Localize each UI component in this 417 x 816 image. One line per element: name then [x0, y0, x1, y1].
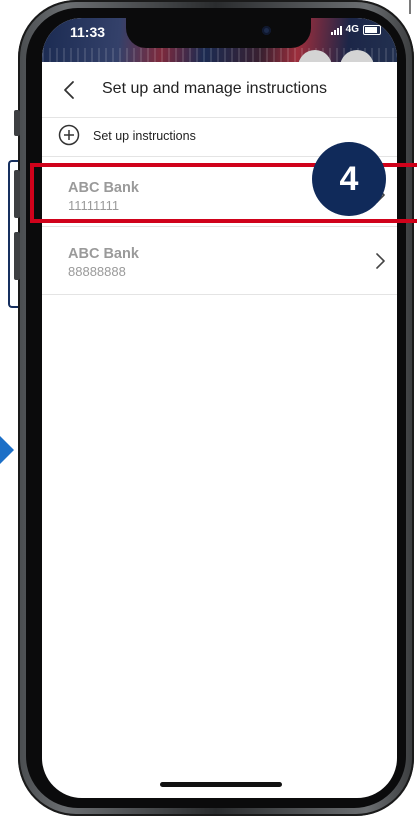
decorative-line	[409, 0, 411, 14]
volume-down-button	[14, 232, 20, 280]
account-divider	[42, 226, 397, 227]
step-badge: 4	[312, 142, 386, 216]
pointer-arrow-icon	[0, 436, 14, 464]
account-divider	[42, 294, 397, 295]
battery-icon	[363, 24, 381, 35]
nav-header: Set up and manage instructions	[42, 62, 397, 118]
tutorial-stage: 11:33 4G Set up and manage instructions	[0, 0, 417, 816]
page-title: Set up and manage instructions	[102, 80, 328, 97]
signal-icon	[330, 25, 342, 35]
account-number: 88888888	[68, 264, 126, 279]
mute-switch	[14, 110, 20, 136]
network-type: 4G	[345, 24, 359, 35]
volume-up-button	[14, 170, 20, 218]
camera-icon	[262, 26, 271, 35]
chevron-right-icon	[376, 253, 385, 269]
status-indicators: 4G	[330, 24, 381, 35]
account-row[interactable]: ABC Bank 88888888	[42, 230, 397, 290]
home-indicator[interactable]	[160, 782, 282, 787]
account-bank-name: ABC Bank	[68, 246, 139, 262]
status-time: 11:33	[70, 24, 106, 40]
back-button[interactable]	[56, 76, 82, 104]
plus-circle-icon	[58, 124, 80, 146]
camera-notch	[126, 18, 311, 48]
chevron-left-icon	[64, 81, 74, 99]
phone-screen: 11:33 4G Set up and manage instructions	[42, 18, 397, 798]
setup-instructions-label: Set up instructions	[93, 129, 196, 143]
